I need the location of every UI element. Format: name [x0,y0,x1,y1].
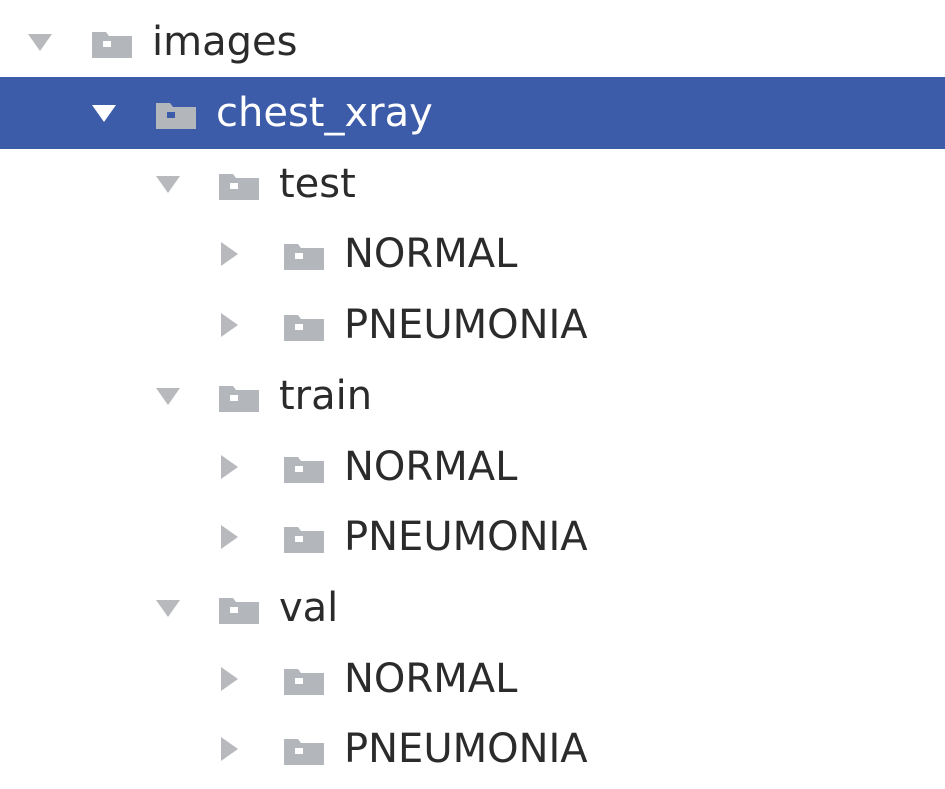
tree-item-label: PNEUMONIA [344,514,588,560]
folder-icon [282,241,326,272]
tree-item-label: train [279,373,373,419]
collapse-arrow-icon[interactable] [221,525,238,549]
tree-row-val-normal[interactable]: NORMAL [0,643,945,715]
folder-icon [282,524,326,555]
folder-icon [217,171,261,202]
tree-row-chest-xray[interactable]: chest_xray [0,77,945,149]
tree-item-label: NORMAL [344,231,518,277]
expand-arrow-icon[interactable] [156,600,180,617]
tree-row-test[interactable]: test [0,148,945,220]
tree-item-label: NORMAL [344,656,518,702]
folder-icon [282,312,326,343]
expand-arrow-icon[interactable] [92,105,116,122]
tree-item-label: PNEUMONIA [344,726,588,772]
collapse-arrow-icon[interactable] [221,737,238,761]
collapse-arrow-icon[interactable] [221,313,238,337]
expand-arrow-icon[interactable] [156,388,180,405]
tree-row-test-normal[interactable]: NORMAL [0,218,945,290]
tree-row-train-normal[interactable]: NORMAL [0,431,945,503]
tree-row-images[interactable]: images [0,6,945,78]
folder-icon [90,29,134,60]
folder-icon [217,595,261,626]
folder-icon [282,454,326,485]
folder-icon [217,383,261,414]
expand-arrow-icon[interactable] [28,34,52,51]
tree-row-train-pneumonia[interactable]: PNEUMONIA [0,501,945,573]
tree-item-label: images [152,19,298,65]
tree-row-val[interactable]: val [0,572,945,644]
folder-icon [282,736,326,767]
tree-item-label: test [279,161,356,207]
project-file-tree: images chest_xray test NORMAL PNEUMONIA [0,0,945,789]
tree-item-label: chest_xray [216,90,433,136]
collapse-arrow-icon[interactable] [221,242,238,266]
tree-row-train[interactable]: train [0,360,945,432]
tree-item-label: NORMAL [344,444,518,490]
collapse-arrow-icon[interactable] [221,455,238,479]
tree-row-test-pneumonia[interactable]: PNEUMONIA [0,289,945,361]
tree-row-val-pneumonia[interactable]: PNEUMONIA [0,713,945,785]
collapse-arrow-icon[interactable] [221,667,238,691]
folder-icon [154,100,198,131]
folder-icon [282,666,326,697]
expand-arrow-icon[interactable] [156,176,180,193]
tree-item-label: val [279,585,339,631]
tree-item-label: PNEUMONIA [344,302,588,348]
